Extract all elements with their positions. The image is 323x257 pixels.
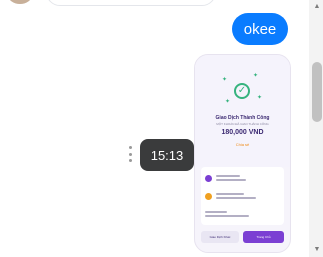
sparkle-icon: ✦ <box>225 99 231 105</box>
outgoing-message-bubble[interactable]: okee <box>232 13 288 45</box>
receipt-row <box>205 171 280 187</box>
sender-avatar[interactable] <box>8 0 32 4</box>
receipt-amount: 180,000 VND <box>221 129 264 136</box>
sparkle-icon: ✦ <box>257 95 263 101</box>
scroll-down-icon[interactable]: ▼ <box>312 245 322 255</box>
scroll-up-icon[interactable]: ▲ <box>312 2 322 12</box>
bank-logo <box>205 193 212 200</box>
message-text: okee <box>243 20 277 38</box>
receipt-share-link: Chia sẻ <box>235 142 250 147</box>
receipt-buttons: Giao Dịch Khác Trang Chủ <box>201 231 284 243</box>
scrollbar-thumb[interactable] <box>312 62 322 122</box>
sparkle-icon: ✦ <box>253 73 259 79</box>
receipt-subtitle: MỘT KHOẢN ĐÃ GIAO THÀNH CÔNG <box>216 122 269 126</box>
text-line <box>216 175 240 177</box>
sparkle-icon: ✦ <box>222 77 228 83</box>
previous-message-bubble[interactable] <box>46 0 216 6</box>
wallet-logo <box>205 175 212 182</box>
timestamp-text: 15:13 <box>150 147 184 163</box>
text-line <box>205 215 249 217</box>
receipt-row <box>205 207 280 223</box>
more-options-icon[interactable] <box>127 146 133 162</box>
image-attachment[interactable]: ✦ ✦ ✦ ✦ ✓ Giao Dịch Thành Công MỘT KHOẢN… <box>194 54 291 253</box>
receipt-header <box>195 55 290 167</box>
check-circle-icon: ✓ <box>234 83 250 99</box>
timestamp-tooltip: 15:13 <box>140 139 194 171</box>
text-line <box>216 193 244 195</box>
other-transaction-button: Giao Dịch Khác <box>201 231 239 243</box>
text-line <box>216 197 256 199</box>
receipt-row <box>205 189 280 205</box>
text-line <box>205 211 227 213</box>
receipt-details-card <box>201 167 284 225</box>
text-line <box>216 179 246 181</box>
scrollbar-track[interactable] <box>309 0 323 257</box>
home-button: Trang Chủ <box>243 231 284 243</box>
receipt-title: Giao Dịch Thành Công <box>215 115 270 121</box>
